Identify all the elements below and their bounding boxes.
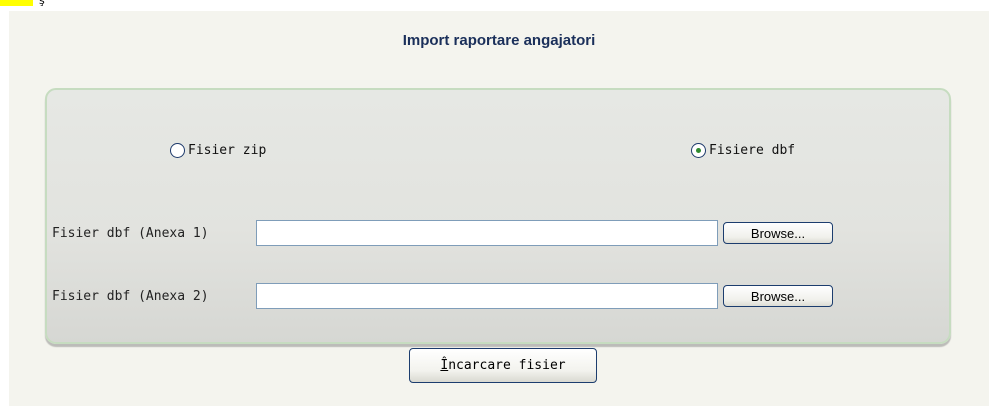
file-path-input-anexa-1[interactable] xyxy=(256,220,718,246)
import-panel: Fisier zip Fisiere dbf Fisier dbf (Anexa… xyxy=(45,88,951,344)
submit-label: ncarcare fisier xyxy=(448,358,566,373)
radio-selected-dot xyxy=(696,148,701,153)
file-label-anexa-1: Fisier dbf (Anexa 1) xyxy=(52,225,209,241)
browse-button-anexa-2[interactable]: Browse... xyxy=(723,285,833,307)
browse-button-anexa-1[interactable]: Browse... xyxy=(723,222,833,244)
top-glyph: ş xyxy=(39,0,45,7)
radio-option-zip[interactable]: Fisier zip xyxy=(170,143,266,158)
radio-button-dbf[interactable] xyxy=(691,143,706,158)
main-content: Import raportare angajatori Fisier zip F… xyxy=(9,11,989,406)
page-title: Import raportare angajatori xyxy=(402,32,596,49)
submit-accesskey-char: Î xyxy=(440,358,449,373)
file-row-anexa-2: Fisier dbf (Anexa 2) Browse... xyxy=(52,283,833,309)
page: ş Import raportare angajatori Fisier zip… xyxy=(0,0,992,406)
highlight-marker xyxy=(0,0,33,6)
radio-label-dbf: Fisiere dbf xyxy=(709,143,796,158)
top-strip: ş xyxy=(0,0,992,10)
radio-label-zip: Fisier zip xyxy=(188,143,267,158)
file-path-input-anexa-2[interactable] xyxy=(256,283,718,309)
file-label-anexa-2: Fisier dbf (Anexa 2) xyxy=(52,288,209,304)
radio-button-zip[interactable] xyxy=(170,143,185,158)
upload-file-button[interactable]: Încarcare fisier xyxy=(409,348,597,383)
file-row-anexa-1: Fisier dbf (Anexa 1) Browse... xyxy=(52,220,833,246)
radio-option-dbf[interactable]: Fisiere dbf xyxy=(691,143,795,158)
